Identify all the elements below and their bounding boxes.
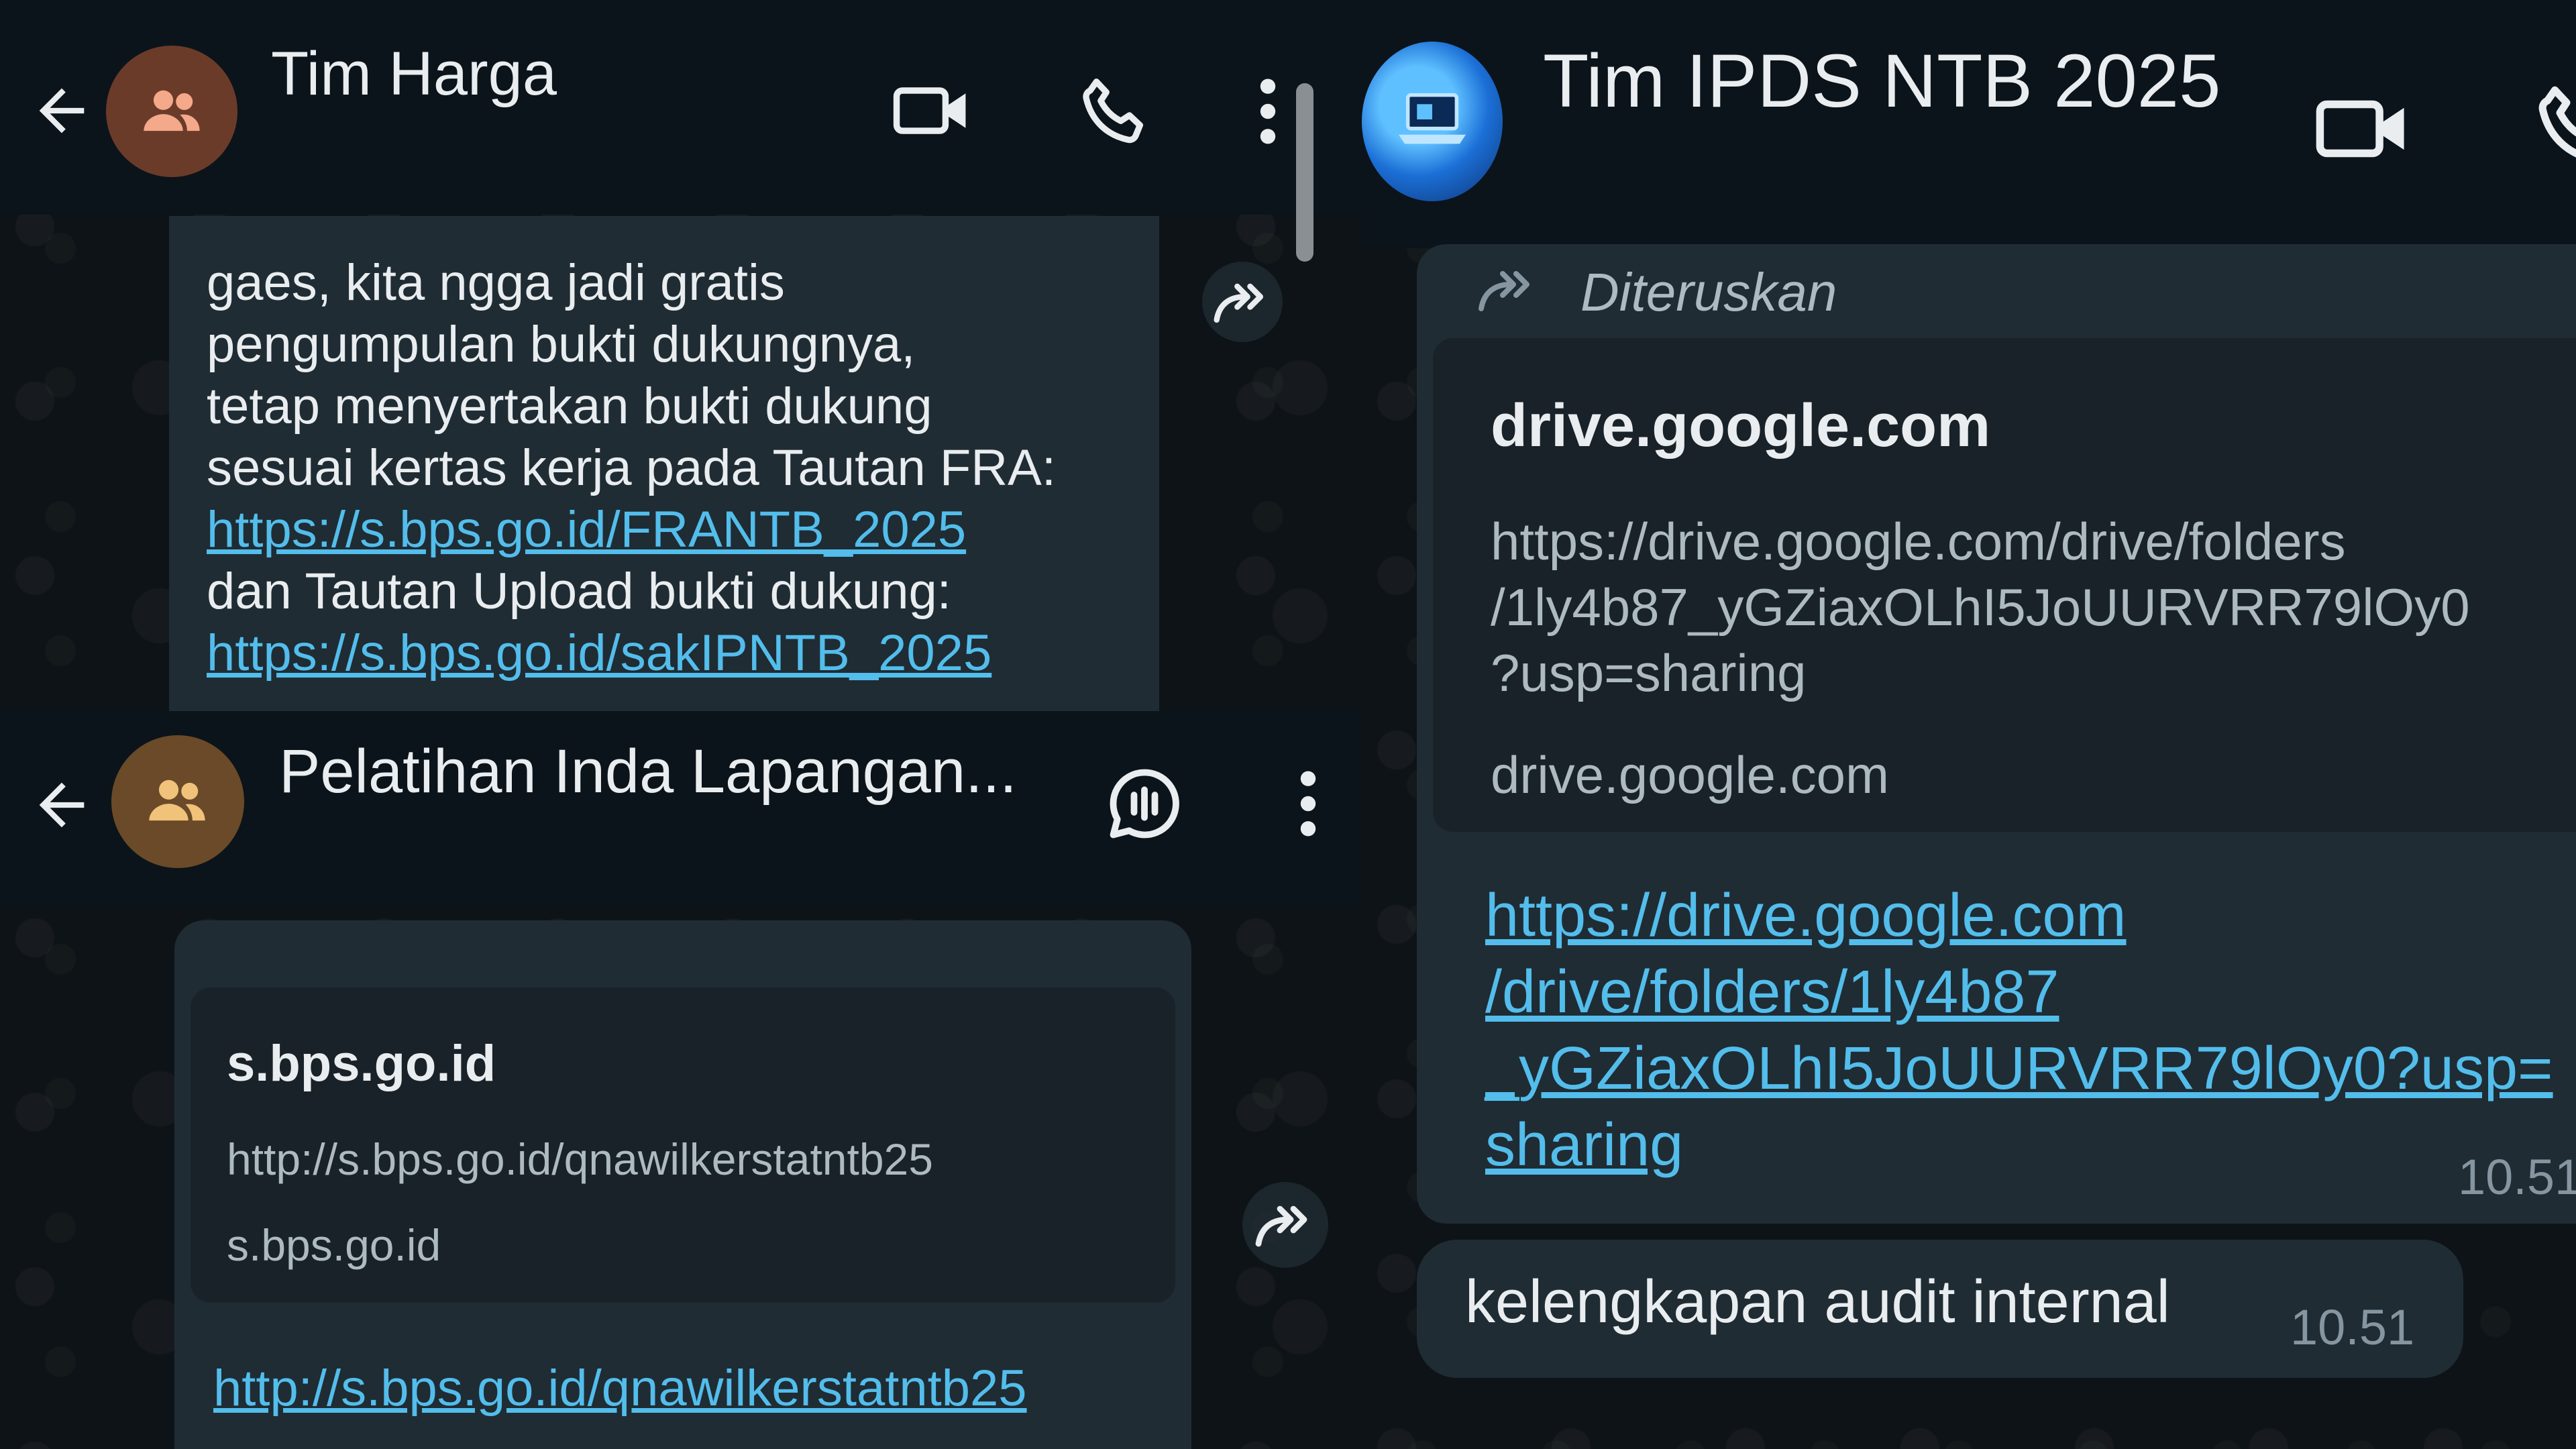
message-text: kelengkapan audit internal (1465, 1269, 2170, 1336)
voice-call-icon[interactable] (2529, 79, 2576, 173)
chat-header: Pelatihan Inda Lapangan... (0, 711, 1409, 908)
message-time: 10.51 (2290, 1299, 2415, 1355)
preview-site: s.bps.go.id (227, 1220, 441, 1270)
forward-icon (1253, 1197, 1318, 1253)
drive-link-line[interactable]: _yGZiaxOLhI5JoUURVRR79lOy0?usp= (1485, 1034, 2553, 1104)
preview-domain: drive.google.com (1491, 392, 1991, 460)
preview-url: http://s.bps.go.id/qnawilkerstatntb25 (227, 1134, 933, 1184)
group-icon (144, 767, 211, 835)
scrollbar[interactable] (1296, 83, 1313, 262)
chat-title[interactable]: Tim Harga (271, 39, 557, 109)
message-line: pengumpulan bukti dukungnya, (207, 316, 916, 373)
fra-link[interactable]: https://s.bps.go.id/FRANTB_2025 (207, 500, 966, 559)
chat-panel-pelatihan: Pelatihan Inda Lapangan... s.bps.go.id h… (0, 711, 1409, 1449)
forward-button[interactable] (1242, 1182, 1328, 1268)
back-arrow-icon[interactable] (28, 771, 95, 839)
preview-url-line: https://drive.google.com/drive/folders (1491, 512, 2346, 571)
message-line: dan Tautan Upload bukti dukung: (207, 563, 951, 620)
video-call-icon[interactable] (2313, 85, 2411, 173)
forward-icon (1212, 275, 1273, 329)
voice-call-icon[interactable] (1075, 72, 1154, 152)
group-avatar[interactable] (1362, 42, 1503, 201)
drive-link-line[interactable]: /drive/folders/1ly4b87 (1485, 958, 2059, 1027)
preview-url-line: ?usp=sharing (1491, 643, 1807, 702)
forwarded-icon (1474, 263, 1542, 317)
group-icon (138, 78, 205, 145)
preview-domain: s.bps.go.id (227, 1035, 496, 1092)
link-preview[interactable]: s.bps.go.id http://s.bps.go.id/qnawilker… (191, 987, 1175, 1303)
upload-link[interactable]: https://s.bps.go.id/sakIPNTB_2025 (207, 624, 991, 682)
forwarded-message-bubble[interactable]: Diteruskan drive.google.com https://driv… (1417, 244, 2576, 1224)
more-options-icon[interactable] (1293, 766, 1323, 841)
message-line: tetap menyertakan bukti dukung (207, 378, 932, 435)
drive-link-line[interactable]: https://drive.google.com (1485, 881, 2127, 951)
message-bubble[interactable]: gaes, kita ngga jadi gratis pengumpulan … (169, 216, 1159, 711)
chat-panel-tim-ipds: Tim IPDS NTB 2025 Diteruskan drive.googl… (1362, 0, 2576, 1449)
chat-header: Tim IPDS NTB 2025 (1362, 0, 2576, 248)
message-line: sesuai kertas kerja pada Tautan FRA: (207, 439, 1056, 496)
more-options-icon[interactable] (1253, 74, 1283, 149)
group-avatar[interactable] (111, 735, 244, 868)
video-call-icon[interactable] (891, 74, 971, 148)
message-bubble[interactable]: kelengkapan audit internal 10.51 (1417, 1240, 2463, 1378)
back-arrow-icon[interactable] (28, 77, 95, 144)
drive-link-line[interactable]: sharing (1485, 1111, 1683, 1180)
chat-title[interactable]: Tim IPDS NTB 2025 (1543, 38, 2220, 124)
preview-url-line: /1ly4b87_yGZiaxOLhI5JoUURVRR79lOy0 (1491, 578, 2470, 637)
laptop-icon (1395, 86, 1469, 153)
message-bubble[interactable]: s.bps.go.id http://s.bps.go.id/qnawilker… (174, 920, 1191, 1449)
preview-site: drive.google.com (1491, 745, 1889, 804)
message-link[interactable]: http://s.bps.go.id/qnawilkerstatntb25 (213, 1359, 1027, 1417)
voice-chat-icon[interactable] (1103, 762, 1186, 845)
forwarded-label: Diteruskan (1580, 262, 1837, 322)
link-preview[interactable]: drive.google.com https://drive.google.co… (1433, 338, 2576, 832)
chat-header: Tim Harga (0, 0, 1362, 215)
message-time: 10.51 (2458, 1149, 2576, 1205)
forward-button[interactable] (1202, 262, 1283, 342)
chat-panel-tim-harga: Tim Harga gaes, kita ngga jadi gratis pe… (0, 0, 1362, 711)
message-line: gaes, kita ngga jadi gratis (207, 254, 785, 311)
chat-title[interactable]: Pelatihan Inda Lapangan... (279, 737, 1017, 807)
group-avatar[interactable] (106, 46, 237, 177)
